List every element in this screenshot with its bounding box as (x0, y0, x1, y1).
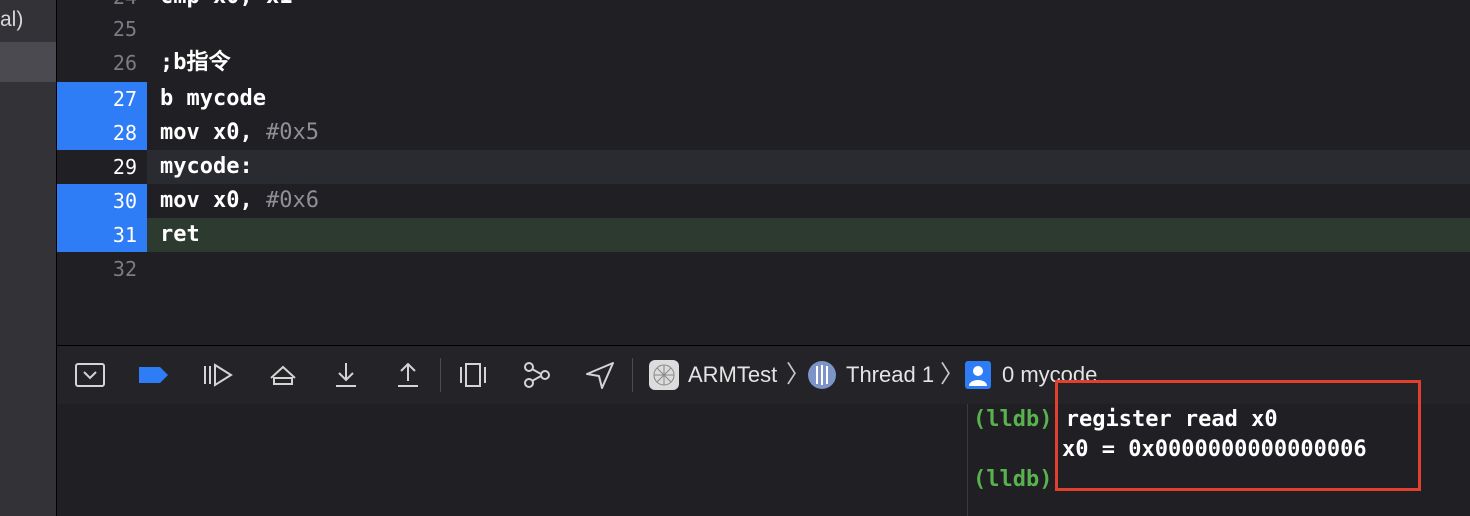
toolbar-separator (440, 358, 441, 392)
source-editor[interactable]: 24 cmp x0, x1 25 26 ;b指令 27 b mycode 28 … (57, 0, 1470, 345)
lldb-prompt: (lldb) (973, 407, 1053, 432)
line-gutter[interactable]: 25 (57, 12, 147, 46)
toolbar-separator (632, 358, 633, 392)
line-number: 30 (112, 189, 137, 213)
continue-icon[interactable] (200, 360, 234, 390)
console-line: (lldb) (973, 465, 1052, 495)
code-instruction: mov x0, (160, 120, 266, 145)
thread-icon (807, 360, 837, 390)
code-text: ret (160, 222, 200, 247)
simulate-location-icon[interactable] (583, 360, 617, 390)
code-line-current: 29 mycode: (57, 150, 1470, 184)
chevron-right-icon: 〉 (940, 361, 964, 388)
code-line-stopped: 31 ret (57, 218, 1470, 252)
code-line: 32 (57, 252, 1470, 286)
breakpoints-toggle-icon[interactable] (137, 360, 171, 390)
line-number: 28 (112, 121, 137, 145)
line-gutter[interactable]: 26 (57, 46, 147, 80)
code-line: 26 ;b指令 (57, 46, 1470, 80)
breadcrumb-app[interactable]: ARMTest (688, 346, 777, 404)
code-text: mov x0, #0x6 (160, 184, 319, 218)
line-number: 32 (112, 257, 137, 281)
step-out-icon[interactable] (391, 360, 425, 390)
annotation-highlight-box (1055, 380, 1421, 491)
line-gutter[interactable]: 32 (57, 252, 147, 286)
code-text: mov x0, #0x5 (160, 116, 319, 150)
line-number: 26 (112, 51, 137, 75)
code-line: 28 mov x0, #0x5 (57, 116, 1470, 150)
breakpoint-marker[interactable]: 27 (57, 82, 147, 116)
line-gutter[interactable]: 29 (57, 150, 147, 184)
line-number: 29 (112, 155, 137, 179)
code-line: 25 (57, 12, 1470, 46)
step-into-icon[interactable] (329, 360, 363, 390)
variables-view[interactable] (57, 404, 968, 516)
breadcrumb-thread[interactable]: Thread 1 (846, 346, 934, 404)
instruction-pointer-highlight (147, 218, 1470, 252)
code-text: b mycode (160, 86, 266, 111)
line-number: 27 (112, 87, 137, 111)
line-number: 31 (112, 223, 137, 247)
navigator-sidebar: al) (0, 0, 57, 516)
code-comment: ;b指令 (160, 50, 231, 75)
breakpoint-marker[interactable]: 30 (57, 184, 147, 218)
current-line-highlight (147, 150, 1470, 184)
code-immediate: #0x6 (265, 188, 319, 213)
code-line: 30 mov x0, #0x6 (57, 184, 1470, 218)
code-label: mycode: (160, 154, 253, 179)
code-immediate: #0x5 (265, 120, 319, 145)
app-icon (648, 360, 680, 390)
view-hierarchy-icon[interactable] (456, 360, 490, 390)
stack-frame-icon (964, 360, 992, 390)
code-instruction: mov x0, (160, 188, 266, 213)
lldb-prompt: (lldb) (973, 467, 1053, 492)
hide-debug-area-icon[interactable] (73, 360, 107, 390)
code-line: 27 b mycode (57, 82, 1470, 116)
memory-graph-icon[interactable] (520, 360, 554, 390)
sidebar-selected-row[interactable] (0, 42, 56, 82)
breakpoint-marker[interactable]: 28 (57, 116, 147, 150)
breakpoint-marker[interactable]: 31 (57, 218, 147, 252)
sidebar-partial-label: al) (0, 8, 24, 31)
step-over-icon[interactable] (266, 360, 300, 390)
line-number: 25 (112, 17, 137, 41)
